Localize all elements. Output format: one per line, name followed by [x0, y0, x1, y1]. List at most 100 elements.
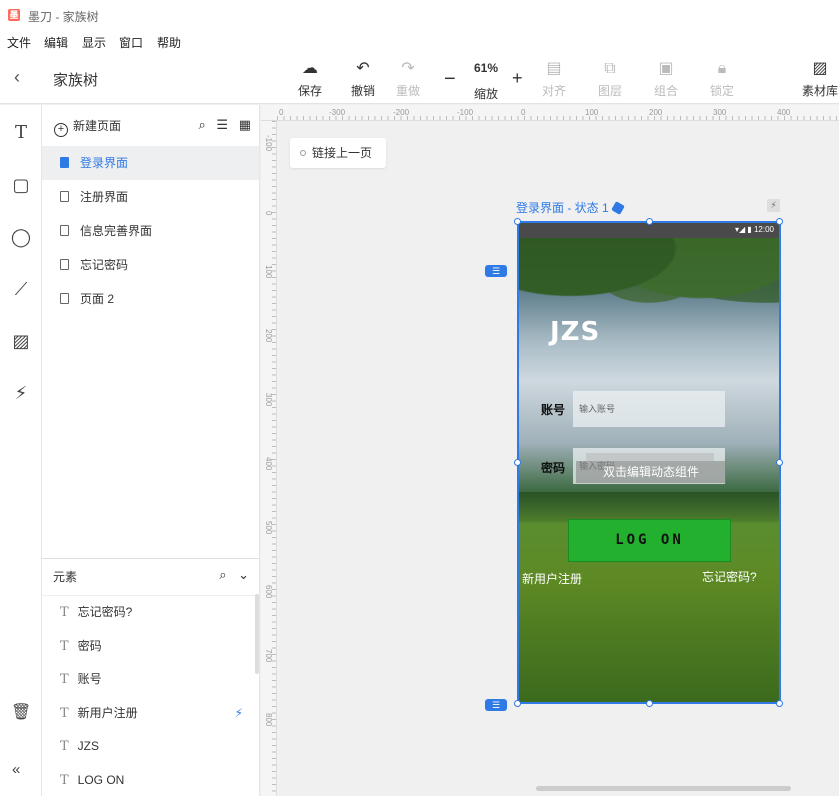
text-tool-icon[interactable]: T: [8, 120, 34, 146]
image-tool-icon[interactable]: ▨: [8, 328, 34, 354]
menu-view[interactable]: 显示: [82, 34, 106, 51]
link-previous-page-button[interactable]: 链接上一页: [290, 138, 386, 168]
undo-button[interactable]: ↶ 撤销: [341, 58, 385, 99]
assets-button[interactable]: ▨ 素材库: [798, 58, 839, 99]
elements-scrollbar[interactable]: [255, 594, 259, 674]
page-item[interactable]: 页面 2: [42, 282, 259, 316]
collapse-panel-icon[interactable]: «: [12, 761, 20, 778]
zoom-control: − 61% 缩放 +: [440, 58, 535, 102]
element-item[interactable]: T 忘记密码?: [42, 596, 259, 630]
element-list: T 忘记密码? T 密码 T 账号 T 新用户注册 ⚡︎ T JZS T LOG ON: [42, 595, 259, 796]
search-icon[interactable]: ⌕: [199, 117, 206, 132]
design-canvas[interactable]: 0 -300 -200 -100 0 100 200 300 400 -100 …: [261, 105, 839, 796]
ruler-label: -200: [393, 108, 410, 117]
resize-handle[interactable]: [514, 218, 521, 225]
element-label: LOG ON: [77, 772, 125, 787]
ruler-label: 100: [585, 108, 599, 117]
back-chevron-icon[interactable]: ‹: [14, 68, 34, 88]
element-item[interactable]: T 密码: [42, 630, 259, 664]
jzs-logo-text[interactable]: JZS: [550, 317, 600, 347]
new-page-button[interactable]: + 新建页面: [54, 117, 121, 137]
ruler-label: -100: [264, 135, 273, 152]
group-icon: ▣: [658, 60, 674, 77]
password-label[interactable]: 密码: [541, 459, 565, 476]
zoom-percent[interactable]: 61%: [468, 61, 504, 75]
new-user-register-link[interactable]: 新用户注册: [522, 570, 582, 587]
redo-button[interactable]: ↷ 重做: [386, 58, 430, 99]
ruler-label: -100: [457, 108, 474, 117]
page-item[interactable]: 信息完善界面: [42, 214, 259, 248]
element-item[interactable]: T 账号: [42, 663, 259, 697]
project-name: 家族树: [53, 72, 99, 89]
account-label[interactable]: 账号: [541, 401, 565, 418]
chevron-down-icon[interactable]: ⌄: [238, 567, 249, 582]
lock-label: 锁定: [709, 84, 734, 98]
zoom-out-button[interactable]: −: [444, 68, 456, 91]
lock-icon: 🔒︎: [717, 60, 727, 77]
ruler-ticks: [277, 116, 839, 120]
ruler-label: -300: [329, 108, 346, 117]
canvas-horizontal-scrollbar[interactable]: [536, 786, 791, 791]
elements-actions: ⌕ ⌄: [219, 567, 249, 583]
align-icon: ▤: [546, 60, 562, 77]
circle-tool-icon[interactable]: ◯: [8, 224, 34, 250]
menu-edit[interactable]: 编辑: [44, 34, 68, 51]
align-button[interactable]: ▤ 对齐: [532, 58, 576, 99]
menu-window[interactable]: 窗口: [119, 34, 143, 51]
resize-handle[interactable]: [776, 218, 783, 225]
search-icon[interactable]: ⌕: [219, 567, 226, 582]
resize-handle[interactable]: [776, 700, 783, 707]
title-bar: 墨 墨刀 - 家族树: [0, 0, 839, 30]
dynamic-component-tool-icon[interactable]: ⚡︎: [8, 380, 34, 406]
redo-icon: ↷: [401, 60, 415, 77]
top-anchor-marker-icon[interactable]: ☰: [485, 265, 507, 277]
element-label: 密码: [77, 638, 102, 653]
dynamic-component-hint[interactable]: 双击编辑动态组件: [576, 461, 726, 483]
element-item[interactable]: T LOG ON: [42, 764, 259, 796]
log-on-button[interactable]: LOG ON: [568, 519, 731, 562]
resize-handle[interactable]: [646, 218, 653, 225]
grid-view-icon[interactable]: ▦: [239, 117, 251, 132]
list-view-icon[interactable]: ☰: [216, 117, 228, 132]
resize-handle[interactable]: [514, 459, 521, 466]
text-element-icon: T: [60, 772, 69, 788]
menu-file[interactable]: 文件: [7, 34, 31, 51]
text-element-icon: T: [60, 638, 69, 654]
page-item[interactable]: 登录界面: [42, 146, 259, 180]
element-item[interactable]: T JZS: [42, 730, 259, 764]
element-item[interactable]: T 新用户注册 ⚡︎: [42, 697, 259, 731]
elements-title: 元素: [53, 570, 78, 584]
save-button[interactable]: ☁ 保存: [288, 58, 332, 99]
layer-button[interactable]: ⧉ 图层: [588, 58, 632, 99]
resize-handle[interactable]: [646, 700, 653, 707]
trash-icon[interactable]: 🗑︎: [11, 702, 31, 722]
page-item[interactable]: 忘记密码: [42, 248, 259, 282]
interaction-bolt-icon: ⚡︎: [234, 705, 243, 720]
line-tool-icon[interactable]: ⟋: [8, 276, 34, 302]
bottom-anchor-marker-icon[interactable]: ☰: [485, 699, 507, 711]
ruler-label: 700: [264, 649, 273, 663]
page-list: 登录界面 注册界面 信息完善界面 忘记密码 页面 2: [42, 146, 259, 316]
lightning-icon[interactable]: ⚡︎: [767, 199, 780, 212]
element-label: 账号: [77, 672, 102, 686]
menu-help[interactable]: 帮助: [157, 34, 181, 51]
resize-handle[interactable]: [514, 700, 521, 707]
resize-handle[interactable]: [776, 459, 783, 466]
phone-artboard[interactable]: ▾◢ ▮ 12:00 JZS 账号 输入账号 密码 输入密码 双击编辑动态组件 …: [518, 222, 780, 703]
page-label: 登录界面: [80, 156, 129, 170]
account-input[interactable]: 输入账号: [573, 391, 725, 427]
undo-label: 撤销: [350, 84, 375, 98]
artboard-state-label[interactable]: 登录界面 - 状态 1: [516, 199, 625, 216]
page-icon: [60, 157, 69, 168]
page-item[interactable]: 注册界面: [42, 180, 259, 214]
app-window: 墨 墨刀 - 家族树 文件 编辑 显示 窗口 帮助 ‹ 家族树 ☁ 保存 ↶ 撤…: [0, 0, 839, 796]
ruler-label: 0: [521, 108, 526, 117]
forgot-password-link[interactable]: 忘记密码?: [702, 568, 757, 585]
page-label: 页面 2: [80, 292, 115, 306]
assets-label: 素材库: [801, 84, 838, 98]
lock-button[interactable]: 🔒︎ 锁定: [700, 58, 744, 99]
rectangle-tool-icon[interactable]: ▢: [8, 172, 34, 198]
state-settings-icon[interactable]: [610, 201, 625, 215]
zoom-in-button[interactable]: +: [512, 68, 523, 89]
group-button[interactable]: ▣ 组合: [644, 58, 688, 99]
